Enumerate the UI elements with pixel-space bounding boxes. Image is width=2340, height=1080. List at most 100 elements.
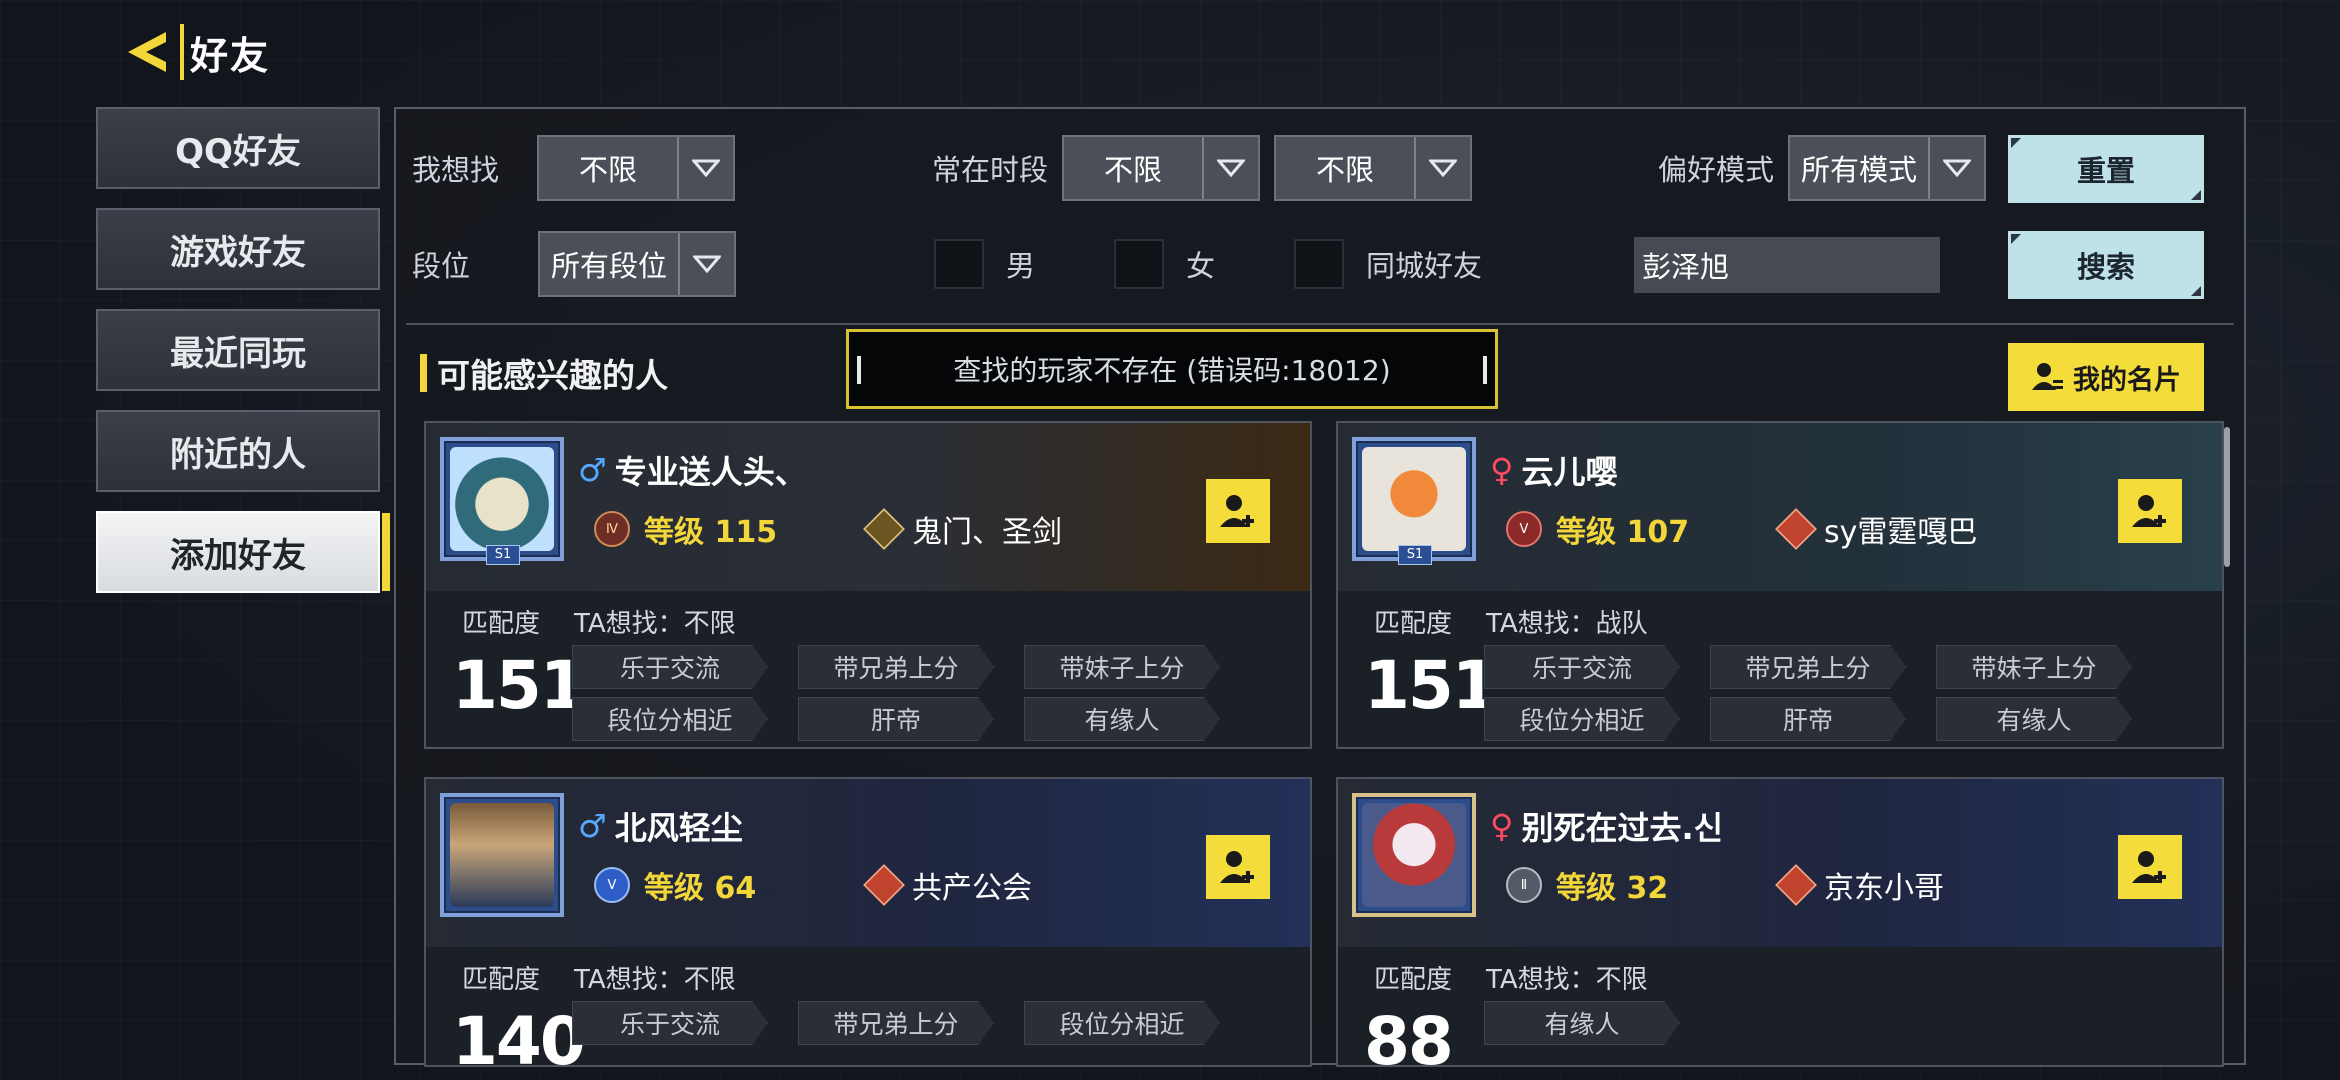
- looking-for-dropdown[interactable]: 不限: [537, 135, 736, 201]
- avatar[interactable]: [440, 793, 564, 917]
- avatar[interactable]: [1352, 437, 1476, 561]
- player-tag: 有缘人: [1936, 697, 2132, 741]
- player-name: 云儿嘤: [1521, 453, 1618, 491]
- player-name: 别死在过去.신: [1521, 809, 1724, 847]
- player-tags: 有缘人: [1484, 1001, 2132, 1045]
- player-tags: 乐于交流 带兄弟上分 带妹子上分 段位分相近 肝帝 有缘人: [572, 645, 1220, 741]
- avatar[interactable]: [1352, 793, 1476, 917]
- guild-icon: [863, 508, 905, 550]
- player-tags: 乐于交流 带兄弟上分 段位分相近: [572, 1001, 1220, 1045]
- player-name-row: ♀ 云儿嘤: [1490, 447, 1617, 493]
- same-city-checkbox[interactable]: [1294, 239, 1344, 289]
- player-wants: TA想找：不限: [1486, 965, 1648, 995]
- active-time-label: 常在时段: [932, 153, 1049, 187]
- search-input[interactable]: [1634, 237, 2009, 293]
- player-level: Ⅴ 等级 107: [1506, 507, 1689, 551]
- match-score: 88: [1364, 1003, 1454, 1067]
- player-tag: 有缘人: [1024, 697, 1220, 741]
- rank-badge-icon: Ⅴ: [1506, 511, 1542, 547]
- player-name-row: ♂ 专业送人头、: [578, 447, 807, 493]
- active-time-filter: 常在时段 不限 不限: [932, 135, 1473, 201]
- player-guild-name: sy雷霆嘎巴: [1824, 515, 1978, 550]
- active-time-value-2: 不限: [1316, 153, 1375, 187]
- player-card[interactable]: ♂ 北风轻尘 Ⅴ 等级 64 共产公会 匹配度 140 TA想找：不限 乐于交流…: [424, 777, 1312, 1067]
- player-tag: 带妹子上分: [1936, 645, 2132, 689]
- rank-dropdown[interactable]: 所有段位: [538, 231, 737, 297]
- add-friend-button[interactable]: [1206, 479, 1270, 543]
- add-person-icon: [2132, 495, 2166, 527]
- player-tag: 肝帝: [1710, 697, 1906, 741]
- male-filter: 男: [934, 239, 1035, 289]
- reset-button[interactable]: 重置: [2008, 135, 2204, 203]
- scrollbar[interactable]: [2224, 427, 2230, 567]
- chevron-down-icon: [677, 137, 733, 199]
- player-guild-name: 京东小哥: [1824, 871, 1944, 906]
- player-name-row: ♀ 别死在过去.신: [1490, 803, 1723, 849]
- header-divider: [180, 24, 184, 80]
- rank-badge-icon: Ⅱ: [1506, 867, 1542, 903]
- female-checkbox[interactable]: [1114, 239, 1164, 289]
- section-title-text: 可能感兴趣的人: [437, 356, 668, 395]
- rank-value: 所有段位: [551, 249, 668, 283]
- player-guild: sy雷霆嘎巴: [1775, 507, 1978, 551]
- add-person-icon: [1220, 851, 1254, 883]
- active-time-dropdown-2[interactable]: 不限: [1274, 135, 1473, 201]
- chevron-down-icon: [1414, 137, 1470, 199]
- player-tag: 乐于交流: [572, 1001, 768, 1045]
- male-checkbox[interactable]: [934, 239, 984, 289]
- player-guild: 共产公会: [863, 863, 1032, 907]
- player-name: 北风轻尘: [614, 809, 743, 847]
- player-tag: 带兄弟上分: [1710, 645, 1906, 689]
- player-card[interactable]: ♀ 别死在过去.신 Ⅱ 等级 32 京东小哥 匹配度 88 TA想找：不限 有缘…: [1336, 777, 2224, 1067]
- add-friend-button[interactable]: [1206, 835, 1270, 899]
- match-label: 匹配度: [462, 965, 541, 995]
- chevron-down-icon: [1202, 137, 1258, 199]
- search-button[interactable]: 搜索: [2008, 231, 2204, 299]
- active-time-dropdown-1[interactable]: 不限: [1062, 135, 1261, 201]
- avatar[interactable]: [440, 437, 564, 561]
- error-toast: 查找的玩家不存在 (错误码:18012): [846, 329, 1498, 409]
- mode-filter: 偏好模式 所有模式: [1658, 135, 1987, 201]
- male-icon: ♂: [578, 451, 607, 489]
- rank-filter: 段位 所有段位: [412, 231, 737, 297]
- sidebar-item-game-friends[interactable]: 游戏好友: [96, 208, 380, 290]
- player-level-text: 等级 32: [1556, 871, 1669, 906]
- mode-value: 所有模式: [1801, 153, 1918, 187]
- sidebar-item-add-friend[interactable]: 添加好友: [96, 511, 390, 593]
- back-arrow-icon[interactable]: [120, 24, 176, 80]
- add-friend-button[interactable]: [2118, 479, 2182, 543]
- player-card[interactable]: S1 ♂ 专业送人头、 Ⅳ 等级 115 鬼门、圣剑 匹配度 151 TA想找：…: [424, 421, 1312, 749]
- sidebar-item-qq-friends[interactable]: QQ好友: [96, 107, 380, 189]
- player-tag: 有缘人: [1484, 1001, 1680, 1045]
- mode-dropdown[interactable]: 所有模式: [1788, 135, 1987, 201]
- player-tag: 段位分相近: [1024, 1001, 1220, 1045]
- looking-for-value: 不限: [579, 153, 638, 187]
- player-wants: TA想找：战队: [1486, 609, 1648, 639]
- chevron-down-icon: [1928, 137, 1984, 199]
- same-city-filter: 同城好友: [1294, 239, 1482, 289]
- player-guild-name: 鬼门、圣剑: [912, 515, 1062, 550]
- player-tag: 带兄弟上分: [798, 1001, 994, 1045]
- player-tags: 乐于交流 带兄弟上分 带妹子上分 段位分相近 肝帝 有缘人: [1484, 645, 2132, 741]
- player-card[interactable]: S1 ♀ 云儿嘤 Ⅴ 等级 107 sy雷霆嘎巴 匹配度 151 TA想找：战队…: [1336, 421, 2224, 749]
- my-card-button[interactable]: 我的名片: [2008, 343, 2204, 411]
- rank-label: 段位: [412, 249, 471, 283]
- sidebar-item-recent-played[interactable]: 最近同玩: [96, 309, 380, 391]
- player-level: Ⅳ 等级 115: [594, 507, 777, 551]
- player-name-row: ♂ 北风轻尘: [578, 803, 743, 849]
- player-wants: TA想找：不限: [574, 965, 736, 995]
- my-card-label: 我的名片: [2073, 364, 2181, 396]
- sidebar: QQ好友 游戏好友 最近同玩 附近的人 添加好友: [96, 107, 390, 612]
- sidebar-item-nearby[interactable]: 附近的人: [96, 410, 380, 492]
- add-friend-button[interactable]: [2118, 835, 2182, 899]
- season-badge: S1: [1398, 545, 1432, 565]
- player-level-text: 等级 115: [644, 515, 778, 550]
- match-score: 140: [452, 1003, 586, 1067]
- match-score: 151: [452, 647, 586, 724]
- player-tag: 段位分相近: [572, 697, 768, 741]
- person-card-icon: [2032, 363, 2063, 390]
- guild-icon: [1775, 864, 1817, 906]
- male-label: 男: [1006, 249, 1036, 283]
- guild-icon: [863, 864, 905, 906]
- match-score: 151: [1364, 647, 1498, 724]
